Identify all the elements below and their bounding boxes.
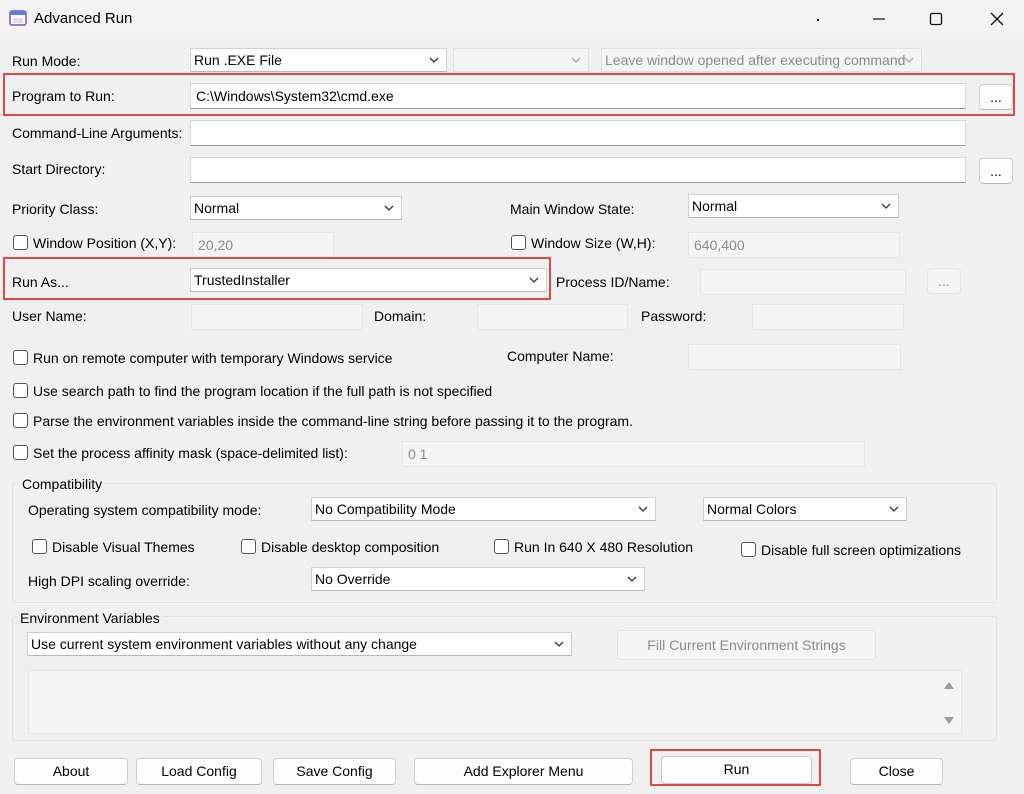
minimize-button[interactable] [856, 0, 902, 38]
start-dir-label: Start Directory: [12, 161, 106, 177]
environment-mode-value: Use current system environment variables… [31, 636, 417, 652]
run-mode-secondary-select[interactable] [453, 48, 589, 72]
window-position-label: Window Position (X,Y): [33, 235, 177, 251]
start-dir-input[interactable] [190, 157, 966, 183]
start-dir-browse-button[interactable]: ... [979, 158, 1013, 184]
maximize-button[interactable] [913, 0, 959, 38]
process-id-label: Process ID/Name: [556, 274, 670, 290]
fill-environment-button[interactable]: Fill Current Environment Strings [617, 630, 876, 660]
main-window-state-select[interactable]: Normal [688, 194, 899, 218]
disable-visual-themes-checkbox[interactable] [32, 539, 47, 554]
args-input[interactable] [190, 120, 966, 146]
domain-label: Domain: [374, 308, 427, 324]
app-window-icon [9, 10, 27, 26]
chevron-down-icon [529, 277, 539, 283]
environment-strings-textarea[interactable] [28, 670, 962, 734]
after-execute-value: Leave window opened after executing comm… [605, 52, 906, 68]
window-position-input[interactable]: 20,20 [192, 232, 334, 258]
window-position-checkbox[interactable] [13, 235, 28, 250]
search-path-label: Use search path to find the program loca… [33, 383, 493, 399]
window-dot: . [815, 3, 821, 26]
domain-input[interactable] [477, 304, 628, 330]
triangle-down-icon[interactable] [943, 716, 955, 726]
process-id-input[interactable] [700, 269, 906, 295]
environment-mode-select[interactable]: Use current system environment variables… [27, 632, 572, 656]
priority-value: Normal [194, 200, 240, 216]
chevron-down-icon [904, 57, 914, 63]
window-title: Advanced Run [34, 10, 133, 27]
chevron-down-icon [889, 506, 899, 512]
disable-fullscreen-opt-label: Disable full screen optimizations [761, 542, 961, 558]
compatibility-title: Compatibility [19, 475, 106, 493]
user-name-label: User Name: [12, 308, 87, 324]
parse-env-label: Parse the environment variables inside t… [33, 413, 633, 429]
args-label: Command-Line Arguments: [12, 125, 183, 141]
dpi-label: High DPI scaling override: [28, 573, 190, 589]
triangle-up-icon[interactable] [943, 680, 955, 690]
computer-name-label: Computer Name: [507, 348, 614, 364]
run-mode-select[interactable]: Run .EXE File [190, 48, 447, 72]
close-window-button[interactable] [974, 0, 1020, 38]
close-button[interactable]: Close [850, 758, 943, 785]
load-config-button[interactable]: Load Config [136, 758, 262, 785]
password-label: Password: [641, 308, 707, 324]
window-size-checkbox[interactable] [511, 235, 526, 250]
after-execute-select[interactable]: Leave window opened after executing comm… [601, 48, 922, 72]
remote-run-checkbox[interactable] [13, 350, 28, 365]
run-as-select[interactable]: TrustedInstaller [190, 268, 547, 292]
save-config-button[interactable]: Save Config [273, 758, 396, 785]
close-icon [990, 12, 1004, 26]
password-input[interactable] [752, 304, 904, 330]
affinity-input[interactable]: 0 1 [402, 441, 865, 467]
affinity-label: Set the process affinity mask (space-del… [33, 445, 348, 461]
program-label: Program to Run: [12, 88, 115, 104]
dpi-select[interactable]: No Override [311, 567, 645, 591]
run-640-label: Run In 640 X 480 Resolution [514, 539, 694, 555]
priority-label: Priority Class: [12, 201, 99, 217]
main-window-state-label: Main Window State: [510, 201, 635, 217]
disable-desktop-composition-checkbox[interactable] [241, 539, 256, 554]
os-mode-label: Operating system compatibility mode: [28, 502, 262, 518]
about-button[interactable]: About [14, 758, 128, 785]
dpi-value: No Override [315, 571, 391, 587]
maximize-icon [929, 12, 943, 26]
run-640-checkbox[interactable] [494, 539, 509, 554]
environment-title: Environment Variables [17, 609, 163, 627]
run-mode-label: Run Mode: [12, 53, 81, 69]
program-browse-button[interactable]: ... [979, 84, 1013, 110]
search-path-checkbox[interactable] [13, 383, 28, 398]
chevron-down-icon [881, 203, 891, 209]
disable-visual-themes-label: Disable Visual Themes [52, 539, 195, 555]
process-browse-button[interactable]: ... [927, 268, 961, 294]
chevron-down-icon [571, 57, 581, 63]
minimize-icon [873, 18, 885, 20]
run-as-value: TrustedInstaller [194, 272, 290, 288]
window-size-input[interactable]: 640,400 [688, 232, 900, 258]
parse-env-checkbox[interactable] [13, 413, 28, 428]
chevron-down-icon [627, 576, 637, 582]
main-window-state-value: Normal [692, 198, 738, 214]
disable-fullscreen-opt-checkbox[interactable] [741, 542, 756, 557]
disable-desktop-composition-label: Disable desktop composition [261, 539, 440, 555]
colors-select[interactable]: Normal Colors [703, 497, 907, 521]
priority-select[interactable]: Normal [190, 196, 402, 220]
affinity-checkbox[interactable] [13, 445, 28, 460]
program-path-input[interactable]: C:\Windows\System32\cmd.exe [190, 83, 966, 109]
os-mode-value: No Compatibility Mode [315, 501, 456, 517]
chevron-down-icon [429, 57, 439, 63]
run-button[interactable]: Run [661, 756, 812, 784]
computer-name-input[interactable] [688, 344, 901, 370]
chevron-down-icon [638, 506, 648, 512]
colors-value: Normal Colors [707, 501, 797, 517]
run-as-label: Run As... [12, 274, 69, 290]
os-mode-select[interactable]: No Compatibility Mode [311, 497, 656, 521]
chevron-down-icon [554, 641, 564, 647]
run-mode-value: Run .EXE File [194, 52, 282, 68]
window-size-label: Window Size (W,H): [531, 235, 656, 251]
chevron-down-icon [384, 205, 394, 211]
remote-run-label: Run on remote computer with temporary Wi… [33, 350, 393, 366]
user-name-input[interactable] [191, 304, 363, 330]
add-explorer-menu-button[interactable]: Add Explorer Menu [414, 758, 633, 785]
